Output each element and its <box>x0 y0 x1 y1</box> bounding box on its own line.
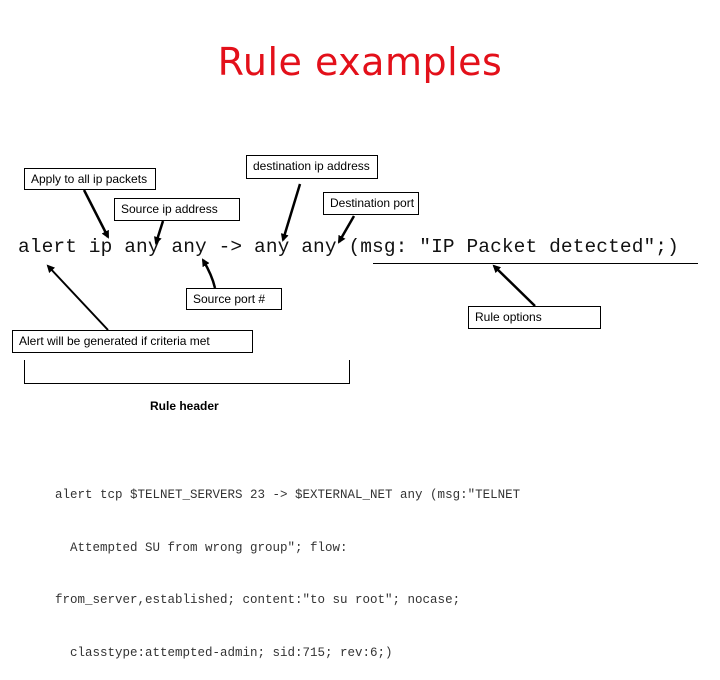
example-rule-block: alert tcp $TELNET_SERVERS 23 -> $EXTERNA… <box>55 452 520 680</box>
label-alert-generated: Alert will be generated if criteria met <box>12 330 253 353</box>
arrow-apply-to-ip <box>82 189 110 239</box>
example-rule-line: classtype:attempted-admin; sid:715; rev:… <box>55 645 393 660</box>
label-rule-options: Rule options <box>468 306 601 329</box>
label-destination-ip-address: destination ip address <box>246 155 378 179</box>
slide-title: Rule examples <box>217 40 503 84</box>
arrow-source-port <box>201 258 217 289</box>
rule-options-underline <box>373 263 698 264</box>
example-rule-line: from_server,established; content:"to su … <box>55 593 461 607</box>
example-rule-line: alert tcp $TELNET_SERVERS 23 -> $EXTERNA… <box>55 488 521 502</box>
example-rule-line: Attempted SU from wrong group"; flow: <box>55 540 348 555</box>
label-apply-to-all-ip-packets: Apply to all ip packets <box>24 168 156 190</box>
label-source-port: Source port # <box>186 288 282 310</box>
rule-text: alert ip any any -> any any (msg: "IP Pa… <box>18 236 679 258</box>
arrow-rule-options <box>492 264 536 307</box>
arrow-alert-generated <box>46 264 109 331</box>
rule-header-label: Rule header <box>150 399 219 413</box>
rule-header-bracket <box>24 360 350 384</box>
arrow-destination-ip <box>280 183 302 242</box>
label-destination-port: Destination port <box>323 192 419 215</box>
label-source-ip-address: Source ip address <box>114 198 240 221</box>
